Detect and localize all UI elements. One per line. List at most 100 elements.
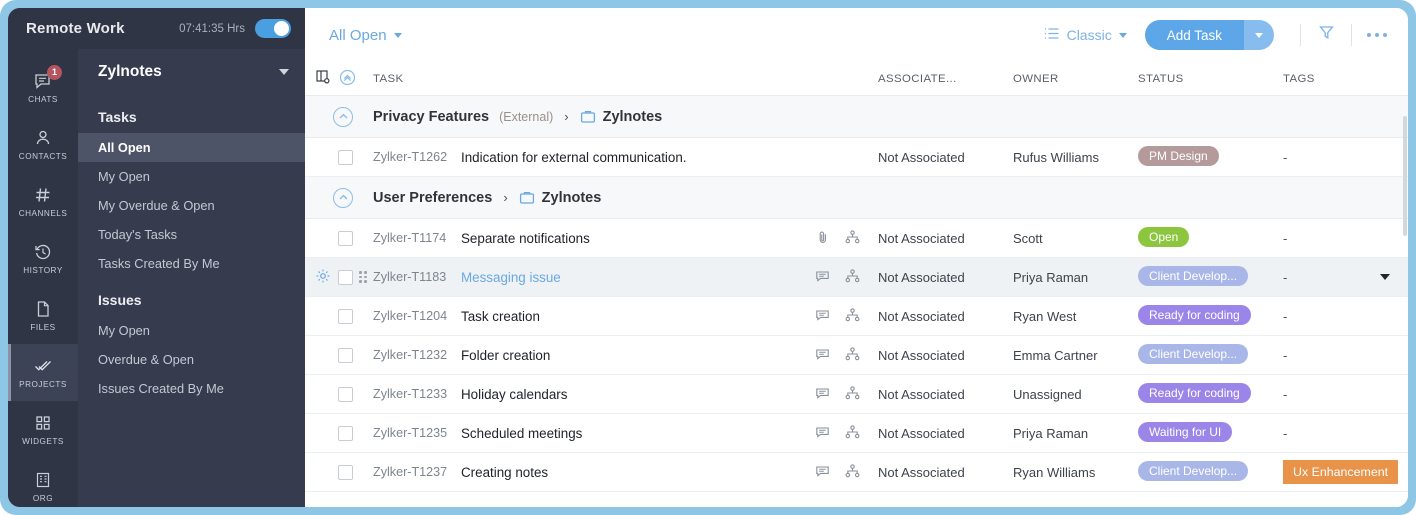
- status-badge[interactable]: Client Develop...: [1138, 266, 1248, 286]
- task-name[interactable]: Scheduled meetings: [461, 426, 582, 441]
- row-checkbox[interactable]: [338, 387, 353, 402]
- task-name[interactable]: Creating notes: [461, 465, 548, 480]
- table-row[interactable]: Zylker-T1183 Messaging issue: [305, 258, 1408, 297]
- chevron-down-icon[interactable]: [279, 69, 289, 75]
- subtask-icon[interactable]: [845, 269, 860, 286]
- status-cell[interactable]: Client Develop...: [1138, 266, 1283, 289]
- subtask-icon[interactable]: [845, 230, 860, 247]
- chevron-up-circle-icon[interactable]: [333, 188, 353, 208]
- table-row[interactable]: Zylker-T1262 Indication for external com…: [305, 138, 1408, 177]
- header-task[interactable]: TASK: [373, 73, 878, 85]
- chevron-up-circle-icon[interactable]: [333, 107, 353, 127]
- comment-icon[interactable]: [815, 386, 830, 403]
- status-cell[interactable]: PM Design: [1138, 146, 1283, 169]
- submenu-item-all-open[interactable]: All Open: [78, 133, 305, 162]
- status-badge[interactable]: Open: [1138, 227, 1189, 247]
- table-row[interactable]: Zylker-T1204 Task creation: [305, 297, 1408, 336]
- column-settings-icon[interactable]: [315, 69, 331, 88]
- sidebar-item-history[interactable]: HISTORY: [8, 230, 78, 287]
- submenu-item-my-overdue-open[interactable]: My Overdue & Open: [78, 191, 305, 220]
- group-header-row[interactable]: Privacy Features (External) › Zylnotes: [305, 96, 1408, 138]
- status-cell[interactable]: Open: [1138, 227, 1283, 250]
- timer-toggle[interactable]: [255, 19, 291, 38]
- table-row[interactable]: Zylker-T1174 Separate notifications: [305, 219, 1408, 258]
- row-checkbox[interactable]: [338, 348, 353, 363]
- sidebar-item-org[interactable]: ORG: [8, 458, 78, 507]
- row-checkbox[interactable]: [338, 150, 353, 165]
- group-header-row[interactable]: User Preferences › Zylnotes: [305, 177, 1408, 219]
- submenu-header[interactable]: Zylnotes: [78, 49, 305, 95]
- status-cell[interactable]: Client Develop...: [1138, 344, 1283, 367]
- submenu-item-issues-my-open[interactable]: My Open: [78, 316, 305, 345]
- attachment-icon[interactable]: [816, 230, 830, 247]
- subtask-icon[interactable]: [845, 386, 860, 403]
- row-checkbox[interactable]: [338, 309, 353, 324]
- submenu-item-todays-tasks[interactable]: Today's Tasks: [78, 220, 305, 249]
- subtask-icon[interactable]: [845, 425, 860, 442]
- submenu-item-issues-created-by-me[interactable]: Issues Created By Me: [78, 374, 305, 403]
- owner-cell[interactable]: Ryan West: [1013, 309, 1138, 324]
- status-badge[interactable]: Waiting for UI: [1138, 422, 1232, 442]
- tags-cell[interactable]: Ux Enhancement: [1283, 460, 1408, 484]
- comment-icon[interactable]: [815, 308, 830, 325]
- comment-icon[interactable]: [815, 425, 830, 442]
- subtask-icon[interactable]: [845, 347, 860, 364]
- task-name[interactable]: Holiday calendars: [461, 387, 567, 402]
- tags-cell[interactable]: -: [1283, 348, 1408, 363]
- subtask-icon[interactable]: [845, 464, 860, 481]
- row-checkbox[interactable]: [338, 426, 353, 441]
- status-badge[interactable]: Ready for coding: [1138, 383, 1251, 403]
- row-settings-button[interactable]: [315, 268, 332, 287]
- status-cell[interactable]: Client Develop...: [1138, 461, 1283, 484]
- row-actions-caret-icon[interactable]: [1380, 274, 1390, 280]
- table-row[interactable]: Zylker-T1235 Scheduled meetings: [305, 414, 1408, 453]
- status-badge[interactable]: PM Design: [1138, 146, 1219, 166]
- vertical-scrollbar[interactable]: [1403, 116, 1407, 236]
- tags-cell[interactable]: -: [1283, 231, 1408, 246]
- row-checkbox[interactable]: [338, 270, 353, 285]
- comment-icon[interactable]: [815, 269, 830, 286]
- table-row[interactable]: Zylker-T1232 Folder creation: [305, 336, 1408, 375]
- status-cell[interactable]: Waiting for UI: [1138, 422, 1283, 445]
- task-name[interactable]: Messaging issue: [461, 270, 561, 285]
- status-cell[interactable]: Ready for coding: [1138, 305, 1283, 328]
- collapse-all-icon[interactable]: [339, 69, 356, 89]
- task-name[interactable]: Separate notifications: [461, 231, 590, 246]
- sidebar-item-contacts[interactable]: CONTACTS: [8, 116, 78, 173]
- sidebar-item-channels[interactable]: CHANNELS: [8, 173, 78, 230]
- header-tags[interactable]: TAGS: [1283, 73, 1408, 85]
- task-name[interactable]: Indication for external communication.: [461, 150, 687, 165]
- owner-cell[interactable]: Unassigned: [1013, 387, 1138, 402]
- header-status[interactable]: STATUS: [1138, 73, 1283, 85]
- add-task-dropdown-button[interactable]: [1244, 20, 1274, 50]
- tags-cell[interactable]: -: [1283, 426, 1408, 441]
- drag-handle[interactable]: [359, 271, 371, 283]
- owner-cell[interactable]: Emma Cartner: [1013, 348, 1138, 363]
- submenu-item-tasks-created-by-me[interactable]: Tasks Created By Me: [78, 249, 305, 278]
- submenu-item-issues-overdue-open[interactable]: Overdue & Open: [78, 345, 305, 374]
- sidebar-item-projects[interactable]: PROJECTS: [8, 344, 78, 401]
- view-filter-dropdown[interactable]: All Open: [329, 27, 402, 44]
- sidebar-item-chats[interactable]: 1 CHATS: [8, 59, 78, 116]
- tag-badge[interactable]: Ux Enhancement: [1283, 460, 1398, 484]
- subtask-icon[interactable]: [845, 308, 860, 325]
- comment-icon[interactable]: [815, 464, 830, 481]
- row-checkbox[interactable]: [338, 465, 353, 480]
- header-associate[interactable]: ASSOCIATE...: [878, 73, 1013, 85]
- sidebar-item-widgets[interactable]: WIDGETS: [8, 401, 78, 458]
- layout-view-dropdown[interactable]: Classic: [1043, 25, 1127, 45]
- comment-icon[interactable]: [815, 347, 830, 364]
- owner-cell[interactable]: Priya Raman: [1013, 270, 1138, 285]
- status-badge[interactable]: Ready for coding: [1138, 305, 1251, 325]
- status-cell[interactable]: Ready for coding: [1138, 383, 1283, 406]
- filter-button[interactable]: [1313, 22, 1339, 48]
- task-name[interactable]: Task creation: [461, 309, 540, 324]
- sidebar-item-files[interactable]: FILES: [8, 287, 78, 344]
- tags-cell[interactable]: -: [1283, 387, 1408, 402]
- tags-cell[interactable]: -: [1283, 309, 1408, 324]
- table-row[interactable]: Zylker-T1233 Holiday calendars: [305, 375, 1408, 414]
- owner-cell[interactable]: Ryan Williams: [1013, 465, 1138, 480]
- header-owner[interactable]: OWNER: [1013, 73, 1138, 85]
- row-checkbox[interactable]: [338, 231, 353, 246]
- task-name[interactable]: Folder creation: [461, 348, 550, 363]
